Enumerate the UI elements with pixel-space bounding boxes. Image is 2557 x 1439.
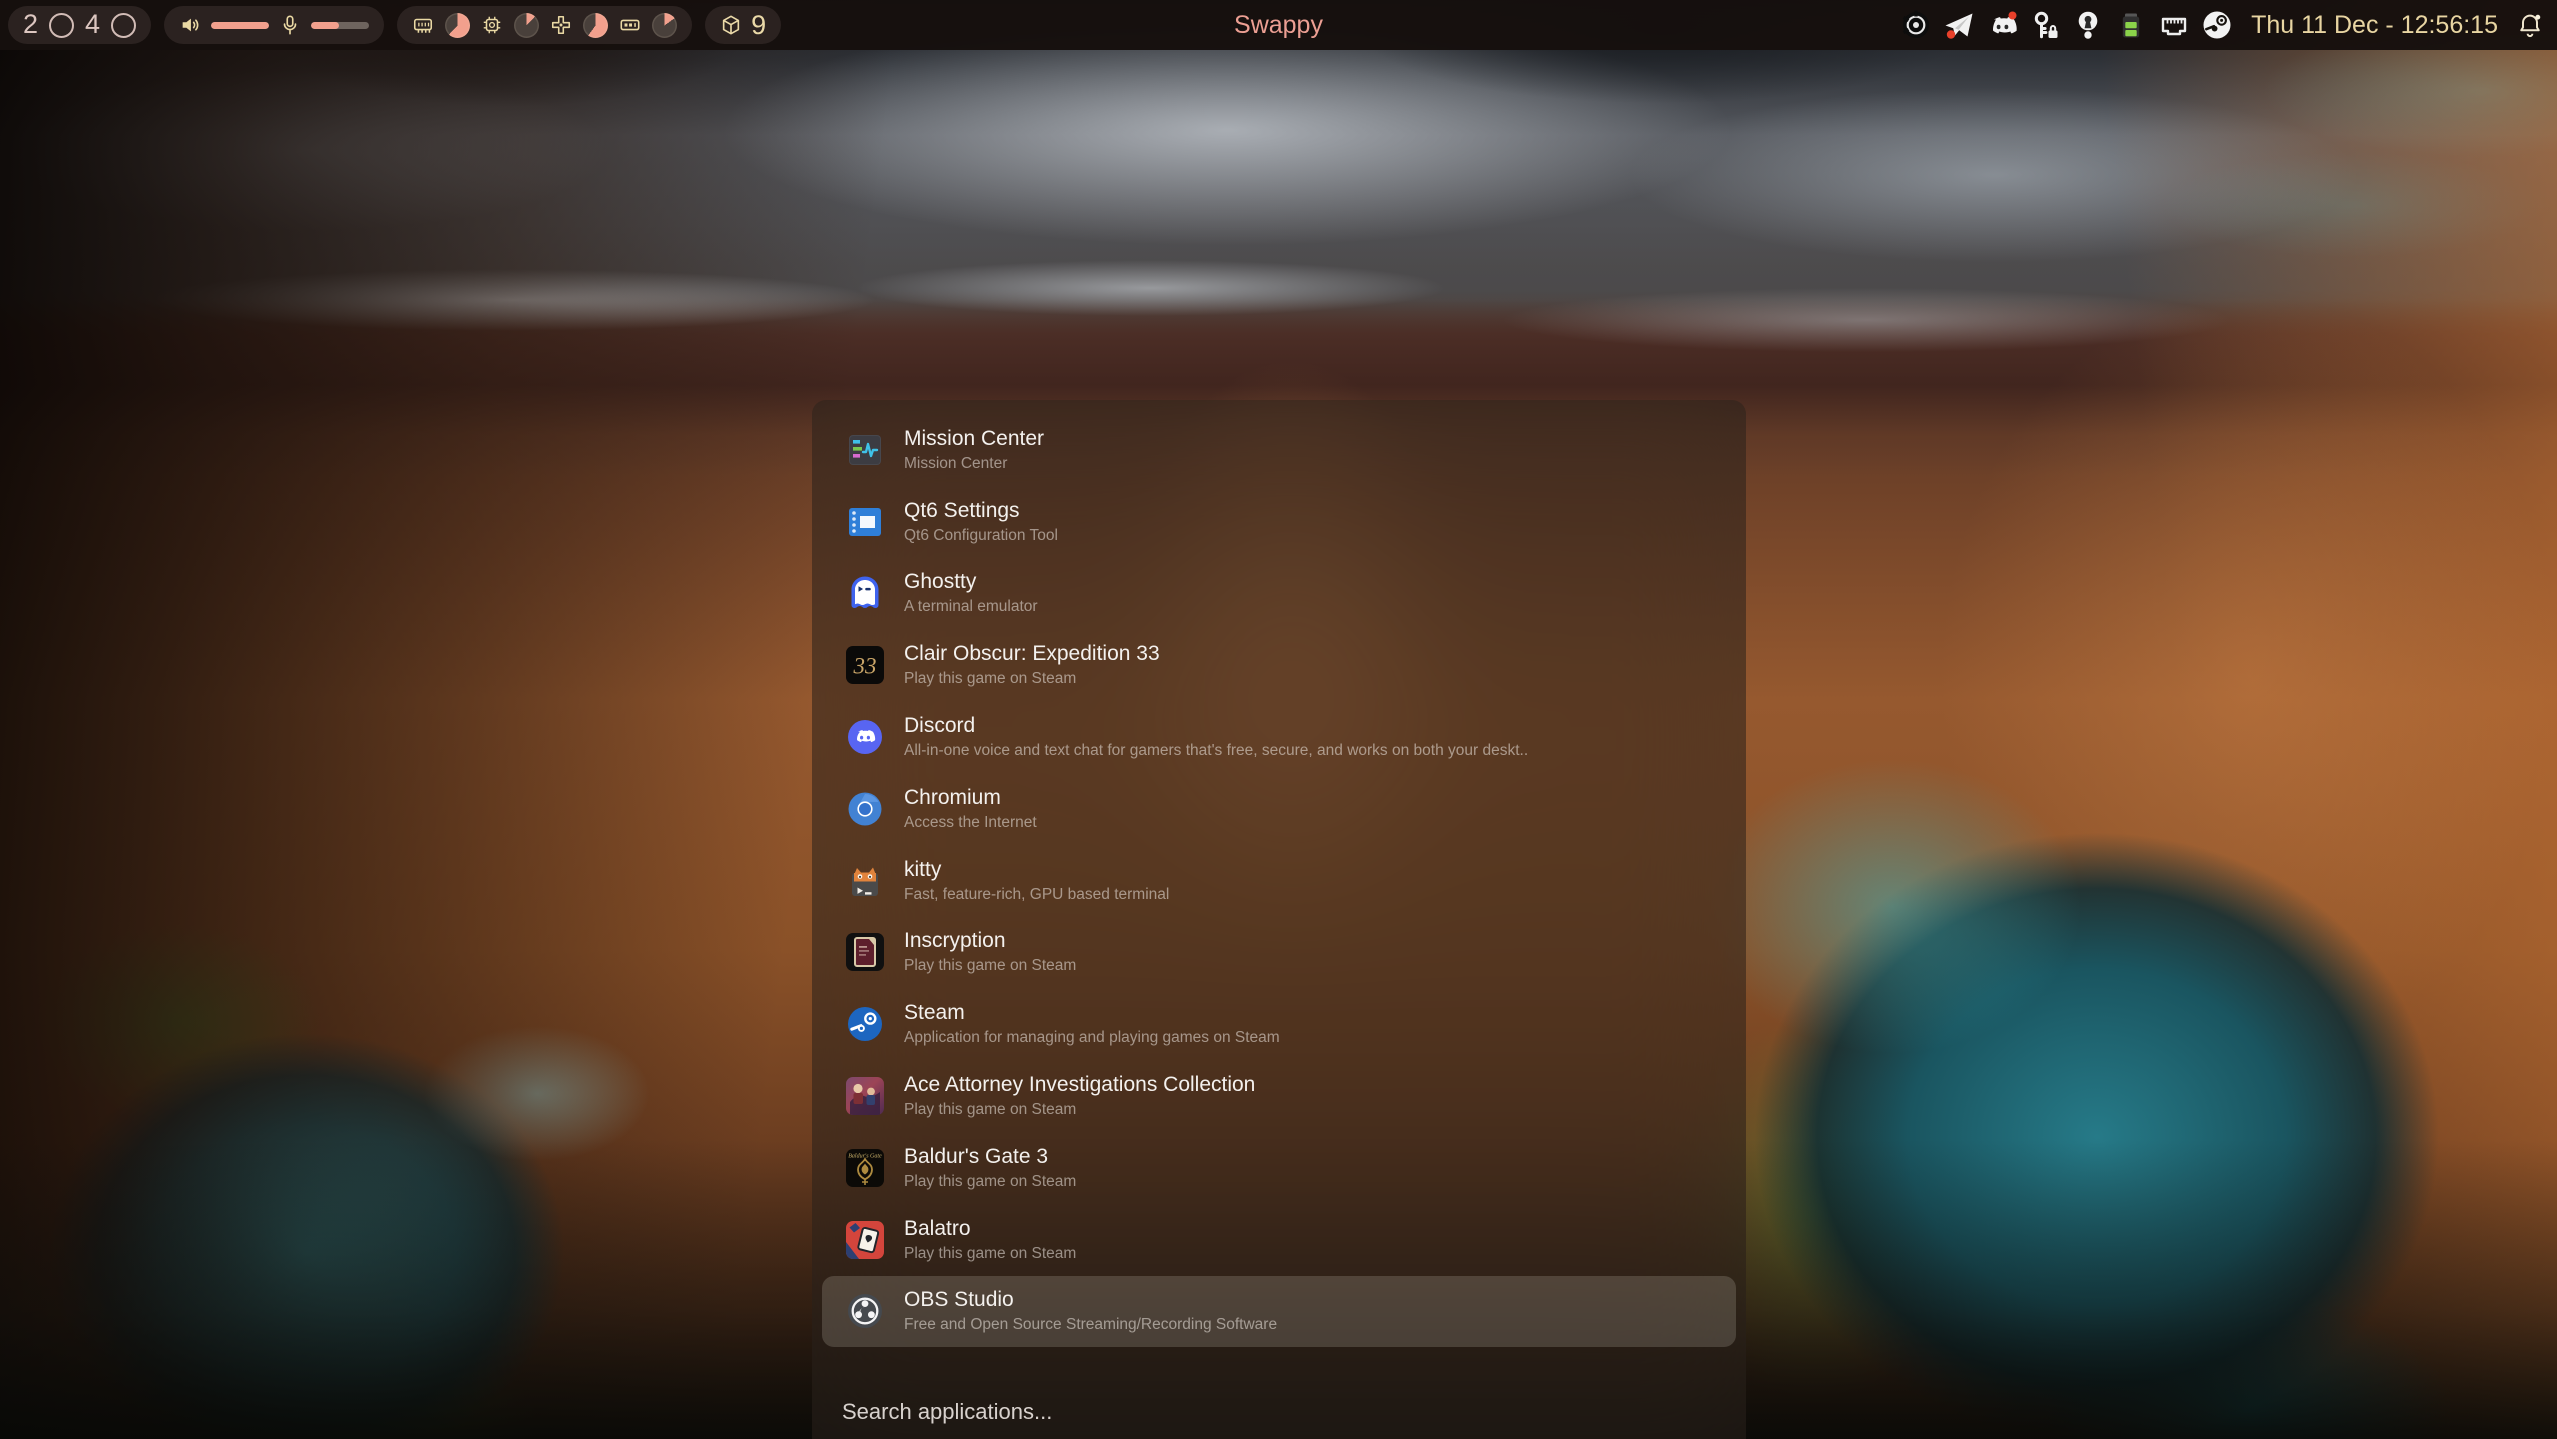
disk-icon xyxy=(619,14,641,36)
gpu-usage-pie xyxy=(583,13,608,38)
workspace-circle-icon[interactable] xyxy=(111,13,136,38)
mic-slider[interactable] xyxy=(311,22,369,29)
launcher-item-kitty[interactable]: kitty Fast, feature-rich, GPU based term… xyxy=(822,845,1736,917)
app-title: Ghostty xyxy=(904,569,1038,595)
top-bar-right: Thu 11 Dec - 12:56:15 xyxy=(1899,8,2557,42)
app-description: Play this game on Steam xyxy=(904,669,1160,689)
launcher-item-qt6-settings[interactable]: Qt6 Settings Qt6 Configuration Tool xyxy=(822,486,1736,558)
app-title: Inscryption xyxy=(904,928,1076,954)
qt6-settings-app-icon xyxy=(846,503,884,541)
keepassxc-icon[interactable] xyxy=(2028,8,2062,42)
steam-tray-icon[interactable] xyxy=(2200,8,2234,42)
launcher-item-obs-studio[interactable]: OBS Studio Free and Open Source Streamin… xyxy=(822,1276,1736,1348)
search-input[interactable]: Search applications... xyxy=(842,1399,1052,1425)
launcher-item-balatro[interactable]: Balatro Play this game on Steam xyxy=(822,1204,1736,1276)
cpu-icon xyxy=(481,14,503,36)
app-description: All-in-one voice and text chat for gamer… xyxy=(904,741,1528,761)
app-description: Mission Center xyxy=(904,454,1044,474)
app-description: Play this game on Steam xyxy=(904,956,1076,976)
app-title: Discord xyxy=(904,713,1528,739)
discord-tray-icon[interactable] xyxy=(1985,8,2019,42)
workspace-indicator[interactable]: 2 4 xyxy=(8,6,151,44)
app-title: Chromium xyxy=(904,785,1037,811)
app-description: A terminal emulator xyxy=(904,597,1038,617)
disk-usage-pie xyxy=(652,13,677,38)
launcher-item-ace-attorney[interactable]: Ace Attorney Investigations Collection P… xyxy=(822,1060,1736,1132)
app-title: Baldur's Gate 3 xyxy=(904,1144,1076,1170)
launcher-item-baldurs-gate-3[interactable]: Baldur's Gate Baldur's Gate 3 Play this … xyxy=(822,1132,1736,1204)
app-description: Fast, feature-rich, GPU based terminal xyxy=(904,885,1169,905)
system-tray xyxy=(1899,8,2234,42)
app-launcher: Mission Center Mission Center Qt6 Settin… xyxy=(812,400,1746,1439)
notification-bell-icon[interactable] xyxy=(2513,8,2547,42)
steam-app-icon xyxy=(846,1005,884,1043)
discord-app-icon xyxy=(846,718,884,756)
volume-slider[interactable] xyxy=(211,22,269,29)
launcher-item-steam[interactable]: Steam Application for managing and playi… xyxy=(822,988,1736,1060)
workspace-number[interactable]: 4 xyxy=(85,11,100,38)
gpu-icon xyxy=(550,14,572,36)
kitty-app-icon xyxy=(846,862,884,900)
mission-center-app-icon xyxy=(846,431,884,469)
workspace-circle-icon[interactable] xyxy=(49,13,74,38)
ghostty-app-icon xyxy=(846,574,884,612)
updates-count: 9 xyxy=(751,10,766,41)
svg-text:33: 33 xyxy=(853,654,877,679)
app-title: OBS Studio xyxy=(904,1287,1277,1313)
app-description: Application for managing and playing gam… xyxy=(904,1028,1280,1048)
app-description: Free and Open Source Streaming/Recording… xyxy=(904,1315,1277,1335)
system-stats-pill[interactable] xyxy=(397,6,692,44)
app-title: Qt6 Settings xyxy=(904,498,1058,524)
top-bar: 2 4 9 Swappy Thu 11 Dec - 12:56:15 xyxy=(0,0,2557,50)
launcher-item-mission-center[interactable]: Mission Center Mission Center xyxy=(822,414,1736,486)
workspace-number[interactable]: 2 xyxy=(23,11,38,38)
audio-pill xyxy=(164,6,384,44)
launcher-item-inscryption[interactable]: Inscryption Play this game on Steam xyxy=(822,917,1736,989)
launcher-item-ghostty[interactable]: Ghostty A terminal emulator xyxy=(822,558,1736,630)
obs-studio-app-icon xyxy=(846,1292,884,1330)
ace-attorney-app-icon xyxy=(846,1077,884,1115)
top-bar-left: 2 4 9 xyxy=(0,6,781,44)
app-description: Qt6 Configuration Tool xyxy=(904,526,1058,546)
battery-icon[interactable] xyxy=(2114,8,2148,42)
microphone-icon[interactable] xyxy=(279,14,301,36)
app-description: Access the Internet xyxy=(904,813,1037,833)
app-title: Ace Attorney Investigations Collection xyxy=(904,1072,1255,1098)
app-description: Play this game on Steam xyxy=(904,1172,1076,1192)
balatro-app-icon xyxy=(846,1221,884,1259)
launcher-results: Mission Center Mission Center Qt6 Settin… xyxy=(812,414,1746,1347)
chromium-app-icon xyxy=(846,790,884,828)
app-title: Mission Center xyxy=(904,426,1044,452)
clair-obscur-app-icon: 33 xyxy=(846,646,884,684)
steelseries-icon[interactable] xyxy=(1899,8,1933,42)
launcher-item-chromium[interactable]: Chromium Access the Internet xyxy=(822,773,1736,845)
active-window-title: Swappy xyxy=(1234,0,1323,50)
updates-pill[interactable]: 9 xyxy=(705,6,781,44)
app-description: Play this game on Steam xyxy=(904,1100,1255,1120)
app-title: Steam xyxy=(904,1000,1280,1026)
inscryption-app-icon xyxy=(846,933,884,971)
memory-usage-pie xyxy=(445,13,470,38)
app-title: Clair Obscur: Expedition 33 xyxy=(904,641,1160,667)
package-icon xyxy=(720,14,742,36)
launcher-item-clair-obscur[interactable]: 33 Clair Obscur: Expedition 33 Play this… xyxy=(822,629,1736,701)
launcher-item-discord[interactable]: Discord All-in-one voice and text chat f… xyxy=(822,701,1736,773)
app-title: Balatro xyxy=(904,1216,1076,1242)
baldurs-gate-3-app-icon: Baldur's Gate xyxy=(846,1149,884,1187)
app-description: Play this game on Steam xyxy=(904,1244,1076,1264)
speaker-icon[interactable] xyxy=(179,14,201,36)
clock[interactable]: Thu 11 Dec - 12:56:15 xyxy=(2251,11,2498,40)
app-title: kitty xyxy=(904,857,1169,883)
cpu-usage-pie xyxy=(514,13,539,38)
network-icon[interactable] xyxy=(2157,8,2191,42)
memory-icon xyxy=(412,14,434,36)
keyring-icon[interactable] xyxy=(2071,8,2105,42)
telegram-icon[interactable] xyxy=(1942,8,1976,42)
